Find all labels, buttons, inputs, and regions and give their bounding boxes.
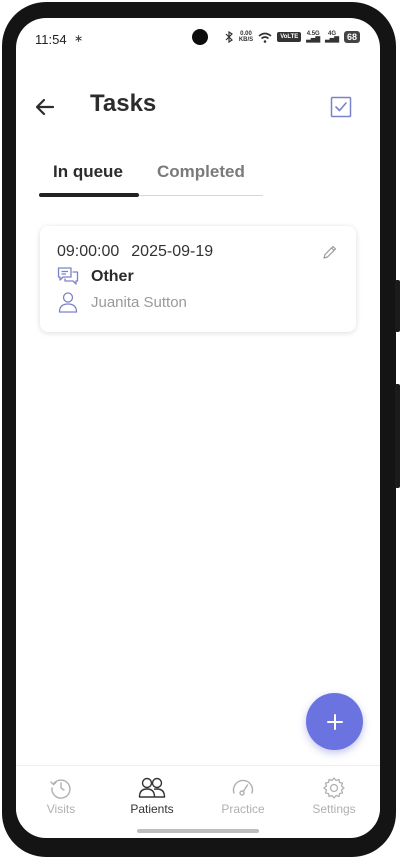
task-patient-row: Juanita Sutton: [57, 291, 187, 313]
task-type-row: Other: [57, 266, 134, 288]
battery-indicator: 68: [343, 31, 360, 43]
plus-icon: [326, 713, 343, 730]
person-icon: [58, 292, 78, 313]
page-title: Tasks: [90, 90, 157, 117]
app-screen: 11:54 ∗ 0.00 KB/S VoLTE 4.5G ▃▅▇ 4G ▃▅▇ …: [16, 18, 380, 838]
wifi-icon: [258, 32, 272, 43]
nav-item-settings[interactable]: Settings: [294, 776, 374, 816]
chat-bubbles-icon: [57, 267, 79, 285]
nav-label-patients: Patients: [130, 802, 174, 816]
network-speed: 0.00 KB/S: [238, 31, 254, 43]
add-task-button[interactable]: [306, 693, 363, 750]
signal-strength-1: 4.5G ▃▅▇: [306, 31, 321, 43]
patient-name: Juanita Sutton: [91, 293, 187, 311]
people-icon: [138, 777, 166, 798]
gauge-icon: [232, 779, 254, 796]
nav-label-settings: Settings: [312, 802, 356, 816]
signal-strength-2: 4G ▃▅▇: [325, 31, 339, 43]
task-card[interactable]: 09:00:00 2025-09-19 Other Juanita Sutton: [40, 226, 356, 332]
completed-tasks-button[interactable]: [330, 96, 352, 118]
tab-in-queue[interactable]: In queue: [53, 162, 123, 182]
nav-item-visits[interactable]: Visits: [21, 776, 101, 816]
home-indicator[interactable]: [137, 829, 259, 833]
history-icon: [50, 779, 71, 799]
volte-badge: VoLTE: [277, 32, 302, 42]
active-tab-indicator: [39, 193, 139, 197]
arrow-left-icon: [35, 98, 55, 116]
bluetooth-icon: ∗: [74, 33, 84, 45]
task-datetime: 09:00:00 2025-09-19: [57, 243, 213, 261]
pencil-icon: [323, 245, 337, 259]
nav-label-practice: Practice: [221, 802, 265, 816]
status-time: 11:54: [35, 32, 67, 47]
front-camera: [192, 29, 208, 45]
status-icons: 0.00 KB/S VoLTE 4.5G ▃▅▇ 4G ▃▅▇ 68: [225, 31, 360, 43]
nav-item-patients[interactable]: Patients: [112, 776, 192, 816]
back-button[interactable]: [34, 96, 56, 118]
nav-label-visits: Visits: [46, 802, 76, 816]
task-type: Other: [91, 268, 134, 285]
task-time: 09:00:00: [57, 243, 120, 260]
checkbox-icon: [330, 96, 352, 118]
status-bar: 11:54 ∗ 0.00 KB/S VoLTE 4.5G ▃▅▇ 4G ▃▅▇ …: [16, 18, 380, 62]
power-button: [395, 384, 400, 488]
task-date: 2025-09-19: [131, 243, 214, 260]
edit-task-button[interactable]: [322, 244, 338, 260]
tab-completed[interactable]: Completed: [157, 162, 245, 182]
task-tabs: In queue Completed: [39, 162, 263, 198]
bottom-navigation: Visits Patients Practice Settings: [16, 765, 380, 825]
volume-button: [395, 280, 400, 332]
nav-item-practice[interactable]: Practice: [203, 776, 283, 816]
gear-icon: [323, 777, 345, 799]
bluetooth-icon: [225, 31, 233, 43]
